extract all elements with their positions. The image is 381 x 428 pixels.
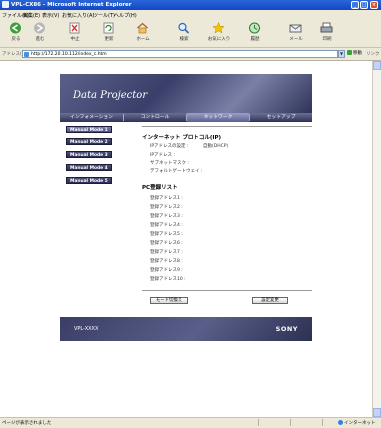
sony-logo: SONY — [275, 325, 298, 333]
forward-button[interactable]: 進む — [27, 21, 53, 45]
footer-banner: VPL-XXXX SONY — [60, 317, 312, 341]
links-button[interactable]: リンク — [366, 51, 380, 57]
pc-list-title: PC登録リスト — [142, 185, 178, 191]
menu-favorites[interactable]: お気に入り(A) — [62, 12, 94, 19]
model-name: VPL-XXXX — [74, 326, 99, 332]
stop-label: 中止 — [70, 37, 80, 42]
status-separator — [258, 419, 259, 426]
star-icon — [212, 22, 225, 34]
forward-arrow-icon — [34, 22, 45, 34]
printer-icon — [320, 22, 333, 33]
back-label: 戻る — [11, 37, 21, 42]
section-divider — [142, 290, 312, 291]
mail-label: メール — [289, 37, 303, 42]
pc-address-6-label: 登録アドレス6 : — [150, 241, 183, 246]
section-divider — [142, 126, 312, 127]
ip-setting-label: IPアドレスの設定 : — [150, 144, 189, 149]
tab-network[interactable]: ネットワーク — [187, 113, 249, 122]
address-input[interactable]: http://172.20.10.112/index_c.htm — [22, 50, 338, 58]
address-dropdown-button[interactable]: ▼ — [338, 50, 345, 58]
favorites-label: お気に入り — [207, 37, 231, 42]
default-gateway-label: デフォルトゲートウェイ : — [150, 169, 203, 174]
sidebar-manual-mode-3[interactable]: Manual Mode 3 — [66, 151, 112, 158]
address-bar: アドレス(D) http://172.20.10.112/index_c.htm… — [0, 48, 381, 61]
refresh-icon — [103, 22, 114, 34]
pc-address-2-label: 登録アドレス2 : — [150, 205, 183, 210]
tab-information[interactable]: インフォメーション — [60, 113, 123, 122]
mode-switch-button[interactable]: モード切換え — [150, 297, 188, 304]
banner-title: Data Projector — [73, 90, 148, 101]
pc-address-10-label: 登録アドレス10 : — [150, 277, 186, 282]
go-label: 移動 — [353, 51, 362, 56]
pc-address-1-label: 登録アドレス1 : — [150, 196, 183, 201]
ie-app-icon — [2, 1, 9, 8]
refresh-label: 更新 — [104, 37, 114, 42]
tab-control[interactable]: コントロール — [124, 113, 186, 122]
minimize-button[interactable]: _ — [351, 1, 359, 9]
menu-help[interactable]: ヘルプ(H) — [114, 12, 137, 19]
home-button[interactable]: ホーム — [130, 21, 156, 45]
vertical-scrollbar[interactable] — [372, 61, 381, 417]
status-text: ページが表示されました — [2, 421, 52, 426]
mail-icon — [289, 24, 302, 33]
sidebar-manual-mode-1[interactable]: Manual Mode 1 — [66, 126, 112, 133]
page-icon — [24, 52, 29, 57]
menu-edit[interactable]: 編集(E) — [23, 12, 40, 19]
stop-icon — [69, 22, 80, 34]
favorites-button[interactable]: お気に入り — [202, 21, 236, 45]
nav-tabs: インフォメーション コントロール ネットワーク セットアップ — [60, 113, 312, 122]
mail-button[interactable]: メール — [283, 21, 309, 45]
security-zone: インターネット — [338, 420, 376, 426]
forward-label: 進む — [35, 37, 45, 42]
pc-address-9-label: 登録アドレス9 : — [150, 268, 183, 273]
toolbar: 戻る 進む 中止 更新 ホーム 検索 お気に入り 履歴 メール 印刷 — [0, 19, 381, 48]
pc-address-3-label: 登録アドレス3 : — [150, 214, 183, 219]
history-icon — [249, 22, 260, 34]
pc-address-5-label: 登録アドレス5 : — [150, 232, 183, 237]
menu-tools[interactable]: ツール(T) — [93, 12, 115, 19]
print-label: 印刷 — [322, 37, 332, 42]
subnet-mask-label: サブネットマスク : — [150, 161, 189, 166]
maximize-button[interactable]: □ — [360, 1, 368, 9]
sidebar-manual-mode-4[interactable]: Manual Mode 4 — [66, 164, 112, 171]
search-button[interactable]: 検索 — [171, 21, 197, 45]
status-bar: ページが表示されました インターネット — [0, 417, 381, 428]
scroll-down-arrow[interactable] — [373, 408, 381, 417]
history-label: 履歴 — [250, 37, 260, 42]
ip-section-title: インターネット プロトコル(IP) — [142, 135, 222, 141]
stop-button[interactable]: 中止 — [62, 21, 88, 45]
globe-icon — [338, 420, 343, 425]
go-arrow-icon — [347, 50, 352, 55]
go-button[interactable]: 移動 — [347, 50, 365, 58]
home-label: ホーム — [136, 37, 150, 42]
tab-setup[interactable]: セットアップ — [250, 113, 312, 122]
back-arrow-icon — [10, 22, 21, 34]
print-button[interactable]: 印刷 — [314, 21, 340, 45]
refresh-button[interactable]: 更新 — [96, 21, 122, 45]
header-banner: Data Projector — [60, 74, 312, 113]
ip-setting-value: 自動(DHCP) — [203, 144, 229, 149]
window-title: VPL-CX86 - Microsoft Internet Explorer — [11, 1, 132, 8]
scroll-up-arrow[interactable] — [373, 61, 381, 70]
status-separator — [322, 419, 323, 426]
search-label: 検索 — [179, 37, 189, 42]
history-button[interactable]: 履歴 — [242, 21, 268, 45]
apply-settings-button[interactable]: 設定変更 — [252, 297, 288, 304]
pc-address-7-label: 登録アドレス7 : — [150, 250, 183, 255]
sidebar-manual-mode-2[interactable]: Manual Mode 2 — [66, 138, 112, 145]
back-button[interactable]: 戻る — [3, 21, 29, 45]
menu-view[interactable]: 表示(V) — [42, 12, 59, 19]
pc-address-8-label: 登録アドレス8 : — [150, 259, 183, 264]
ip-address-label: IPアドレス : — [150, 153, 175, 158]
pc-address-4-label: 登録アドレス4 : — [150, 223, 183, 228]
home-icon — [137, 22, 148, 34]
address-url: http://172.20.10.112/index_c.htm — [31, 52, 107, 57]
sidebar-manual-mode-5[interactable]: Manual Mode 5 — [66, 177, 112, 184]
status-separator — [290, 419, 291, 426]
search-icon — [178, 22, 190, 34]
window-titlebar[interactable]: VPL-CX86 - Microsoft Internet Explorer _… — [0, 0, 381, 10]
zone-label: インターネット — [344, 421, 376, 426]
close-button[interactable]: × — [370, 1, 378, 9]
